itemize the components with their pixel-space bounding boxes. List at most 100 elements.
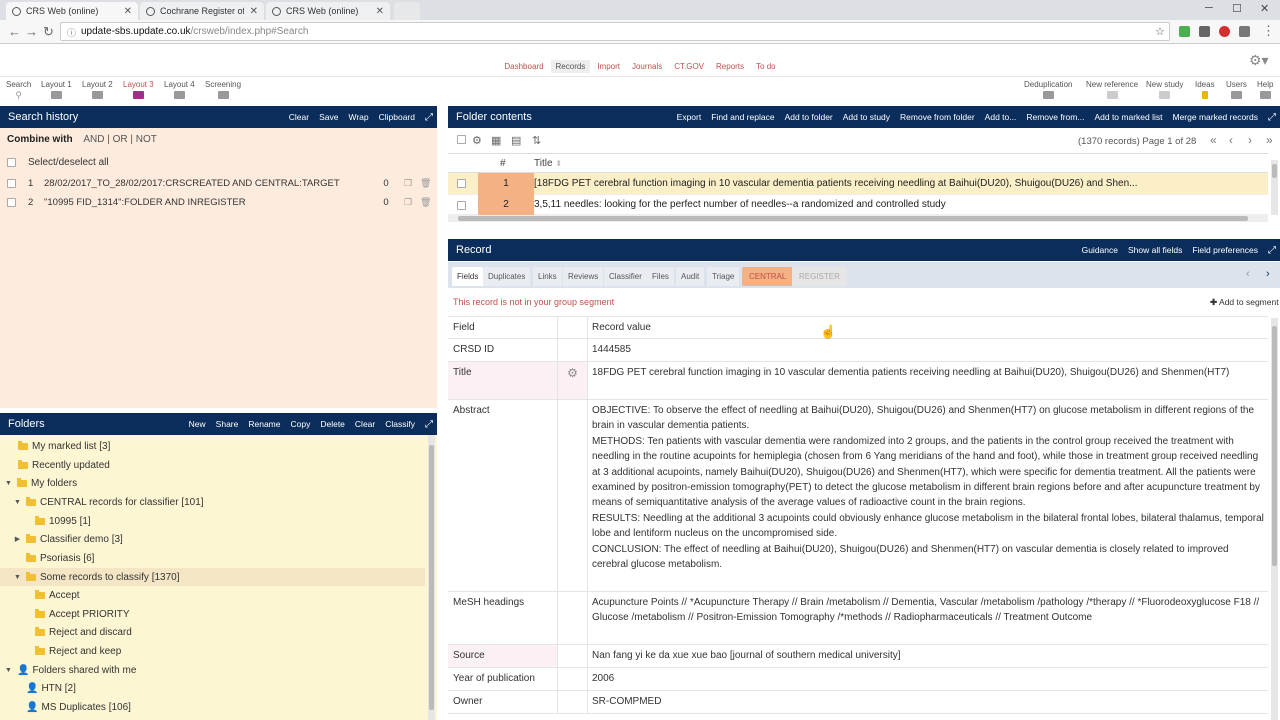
tab-triage[interactable]: Triage — [707, 267, 740, 286]
minimize-icon[interactable]: ─ — [1205, 2, 1213, 14]
screening-button[interactable]: Screening — [205, 80, 241, 99]
pinterest-icon[interactable] — [1219, 26, 1230, 37]
folder-item[interactable]: My marked list [3] — [0, 437, 425, 455]
caret-right-icon[interactable]: ▶ — [13, 535, 22, 543]
folder-item[interactable]: ▼ 👤 Folders shared with me — [0, 661, 425, 679]
search-query[interactable]: 28/02/2017_TO_28/02/2017:CRSCREATED AND … — [44, 178, 372, 189]
layout-2-button[interactable]: Layout 2 — [82, 80, 113, 99]
sort-icon[interactable]: ⇅ — [532, 134, 541, 147]
add-to-segment-button[interactable]: ✚ Add to segment — [1210, 297, 1279, 308]
tab-reviews[interactable]: Reviews — [563, 267, 604, 286]
horizontal-scrollbar[interactable] — [448, 215, 1268, 222]
search-query[interactable]: "10995 FID_1314":FOLDER AND INREGISTER — [44, 197, 372, 208]
classify-button[interactable]: Classify — [385, 419, 415, 429]
columns-icon[interactable]: ▦ — [491, 134, 501, 147]
copy-button[interactable]: Copy — [291, 419, 311, 429]
url-input[interactable]: ⓘ update-sbs.update.co.uk/crsweb/index.p… — [60, 22, 1170, 41]
list-icon[interactable]: ▤ — [511, 134, 521, 147]
row-title[interactable]: 3,5,11 needles: looking for the perfect … — [534, 199, 1144, 210]
copy-icon[interactable]: ❐ — [404, 178, 416, 189]
prev-page-icon[interactable]: ‹ — [1229, 133, 1233, 147]
caret-down-icon[interactable]: ▼ — [13, 574, 22, 581]
nav-records[interactable]: Records — [550, 60, 591, 73]
tab-links[interactable]: Links — [533, 267, 562, 286]
browser-tab-cochrane[interactable]: Cochrane Register of St... ✕ — [140, 2, 264, 20]
find-replace-button[interactable]: Find and replace — [711, 112, 774, 122]
gear-icon[interactable]: ⚙ — [472, 134, 482, 147]
nav-journals[interactable]: Journals — [627, 60, 667, 73]
scrollbar-thumb[interactable] — [1272, 164, 1277, 178]
layout-3-button[interactable]: Layout 3 — [123, 80, 154, 99]
caret-down-icon[interactable]: ▼ — [4, 667, 13, 674]
close-icon[interactable]: ✕ — [250, 6, 258, 17]
tab-audit[interactable]: Audit — [676, 267, 705, 286]
last-page-icon[interactable]: » — [1266, 133, 1273, 147]
clipboard-button[interactable]: Clipboard — [379, 112, 415, 122]
menu-dots-icon[interactable]: ⋮ — [1262, 23, 1275, 39]
caret-down-icon[interactable]: ▼ — [13, 499, 22, 506]
nav-todo[interactable]: To do — [751, 60, 781, 73]
add-to-study-button[interactable]: Add to study — [843, 112, 890, 122]
wrap-button[interactable]: Wrap — [348, 112, 368, 122]
maximize-icon[interactable]: ☐ — [1232, 2, 1242, 15]
folder-item[interactable]: ▶ Classifier demo [3] — [0, 530, 425, 548]
folder-item[interactable]: 10995 [1] — [0, 512, 425, 530]
row-checkbox[interactable] — [457, 179, 466, 188]
caret-down-icon[interactable]: ▼ — [4, 480, 13, 487]
expand-icon[interactable]: ⤢ — [1268, 112, 1276, 123]
select-all-checkbox[interactable] — [7, 158, 16, 167]
delete-button[interactable]: Delete — [320, 419, 345, 429]
next-record-icon[interactable]: › — [1266, 268, 1270, 280]
nav-import[interactable]: Import — [592, 60, 625, 73]
export-button[interactable]: Export — [677, 112, 702, 122]
folder-item[interactable]: Psoriasis [6] — [0, 549, 425, 567]
tab-duplicates[interactable]: Duplicates — [483, 267, 531, 286]
first-page-icon[interactable]: « — [1210, 133, 1217, 147]
help-button[interactable]: Help — [1257, 80, 1273, 99]
search-history-row[interactable]: 2 "10995 FID_1314":FOLDER AND INREGISTER… — [7, 197, 432, 208]
merge-marked-records-button[interactable]: Merge marked records — [1172, 112, 1258, 122]
bookmark-star-icon[interactable]: ☆ — [1155, 25, 1165, 38]
field-value[interactable]: OBJECTIVE: To observe the effect of need… — [588, 400, 1268, 575]
share-button[interactable]: Share — [216, 419, 239, 429]
row-checkbox[interactable] — [457, 201, 466, 210]
folder-item[interactable]: ▼ My folders — [0, 474, 425, 492]
extension-icon[interactable] — [1239, 26, 1250, 37]
browser-tab-crsweb[interactable]: CRS Web (online) ✕ — [6, 2, 138, 20]
folder-item[interactable]: Reject and discard — [0, 623, 425, 641]
row-checkbox[interactable] — [7, 198, 16, 207]
guidance-button[interactable]: Guidance — [1082, 245, 1118, 255]
field-preferences-button[interactable]: Field preferences — [1192, 245, 1258, 255]
nav-reports[interactable]: Reports — [711, 60, 749, 73]
record-scrollbar[interactable] — [1271, 318, 1278, 720]
rename-button[interactable]: Rename — [248, 419, 280, 429]
settings-gear-icon[interactable]: ⚙▾ — [1249, 52, 1269, 69]
search-history-row[interactable]: 1 28/02/2017_TO_28/02/2017:CRSCREATED AN… — [7, 178, 432, 189]
nav-ctgov[interactable]: CT.GOV — [669, 60, 709, 73]
extension-icon[interactable] — [1179, 26, 1190, 37]
next-page-icon[interactable]: › — [1248, 133, 1252, 147]
close-icon[interactable]: ✕ — [124, 6, 132, 17]
new-tab-button[interactable] — [394, 2, 420, 20]
back-icon[interactable]: ← — [8, 24, 21, 39]
clear-button[interactable]: Clear — [289, 112, 309, 122]
layout-1-button[interactable]: Layout 1 — [41, 80, 72, 99]
field-value[interactable]: SR-COMPMED — [588, 691, 1268, 712]
folder-item[interactable]: Recently updated — [0, 456, 425, 474]
folder-item[interactable]: Reject and keep — [0, 642, 425, 660]
remove-from-folder-button[interactable]: Remove from folder — [900, 112, 975, 122]
folder-item[interactable]: Accept — [0, 586, 425, 604]
row-title[interactable]: [18FDG PET cerebral function imaging in … — [534, 178, 1144, 189]
field-value[interactable]: Nan fang yi ke da xue xue bao [journal o… — [588, 645, 1268, 666]
close-window-icon[interactable]: ✕ — [1260, 2, 1269, 15]
deduplication-button[interactable]: Deduplication — [1024, 80, 1072, 99]
combine-operators[interactable]: AND | OR | NOT — [83, 134, 157, 145]
tab-register[interactable]: REGISTER — [792, 267, 847, 286]
show-all-fields-button[interactable]: Show all fields — [1128, 245, 1182, 255]
folder-item-selected[interactable]: ▼ Some records to classify [1370] — [0, 568, 425, 586]
copy-icon[interactable]: ❐ — [404, 197, 416, 208]
add-to-marked-list-button[interactable]: Add to marked list — [1094, 112, 1162, 122]
trash-icon[interactable]: 🗑 — [420, 197, 432, 208]
scrollbar-thumb[interactable] — [1272, 326, 1277, 566]
scrollbar-thumb[interactable] — [429, 445, 434, 710]
